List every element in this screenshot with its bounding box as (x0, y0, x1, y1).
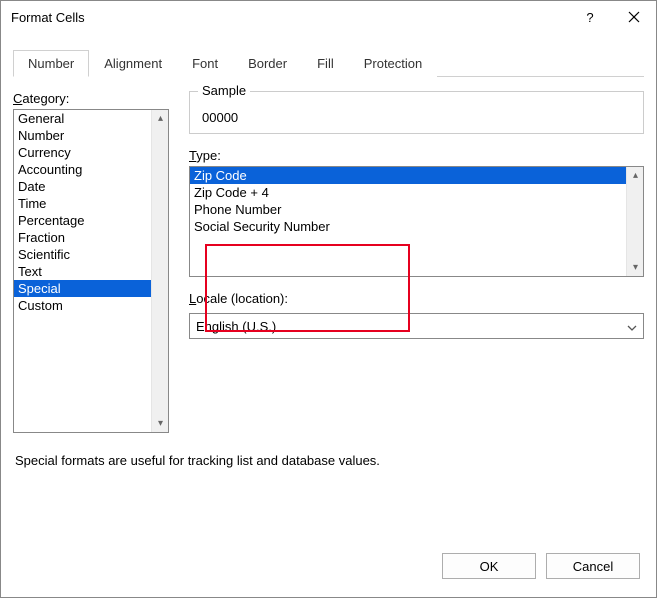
window-title: Format Cells (11, 10, 568, 25)
list-item[interactable]: Percentage (14, 212, 151, 229)
list-item[interactable]: Special (14, 280, 151, 297)
type-label: Type: (189, 148, 644, 163)
list-item[interactable]: Zip Code + 4 (190, 184, 626, 201)
sample-value: 00000 (202, 110, 633, 125)
scrollbar[interactable]: ▴ ▾ (151, 110, 168, 432)
tab-alignment[interactable]: Alignment (89, 50, 177, 77)
locale-label: Locale (location): (189, 291, 644, 306)
close-button[interactable] (612, 1, 656, 33)
list-item[interactable]: Date (14, 178, 151, 195)
tab-body: Category: General Number Currency Accoun… (13, 85, 644, 433)
button-bar: OK Cancel (1, 539, 656, 597)
tab-fill[interactable]: Fill (302, 50, 349, 77)
scroll-down-icon[interactable]: ▾ (627, 259, 644, 276)
sample-label: Sample (198, 83, 250, 98)
help-button[interactable]: ? (568, 1, 612, 33)
scroll-up-icon[interactable]: ▴ (627, 167, 644, 184)
locale-select[interactable]: English (U.S.) (189, 313, 644, 339)
list-item[interactable]: Phone Number (190, 201, 626, 218)
category-label: Category: (13, 91, 169, 106)
tab-strip: Number Alignment Font Border Fill Protec… (13, 49, 644, 77)
tab-border[interactable]: Border (233, 50, 302, 77)
format-cells-dialog: Format Cells ? Number Alignment Font Bor… (0, 0, 657, 598)
detail-column: Sample 00000 Type: Zip Code Zip Code + 4… (189, 91, 644, 433)
close-icon (628, 11, 640, 23)
category-listbox[interactable]: General Number Currency Accounting Date … (13, 109, 169, 433)
svg-text:?: ? (586, 10, 593, 24)
list-item[interactable]: Fraction (14, 229, 151, 246)
locale-value: English (U.S.) (196, 319, 627, 334)
chevron-down-icon (627, 319, 637, 334)
list-item[interactable]: Number (14, 127, 151, 144)
category-listbox-items: General Number Currency Accounting Date … (14, 110, 151, 432)
type-listbox-items: Zip Code Zip Code + 4 Phone Number Socia… (190, 167, 626, 276)
sample-group: Sample 00000 (189, 91, 644, 134)
scroll-up-icon[interactable]: ▴ (152, 110, 169, 127)
list-item[interactable]: Text (14, 263, 151, 280)
list-item[interactable]: Accounting (14, 161, 151, 178)
help-icon: ? (585, 10, 595, 24)
list-item[interactable]: Scientific (14, 246, 151, 263)
tab-number[interactable]: Number (13, 50, 89, 77)
tab-font[interactable]: Font (177, 50, 233, 77)
scrollbar[interactable]: ▴ ▾ (626, 167, 643, 276)
type-listbox[interactable]: Zip Code Zip Code + 4 Phone Number Socia… (189, 166, 644, 277)
tab-protection[interactable]: Protection (349, 50, 438, 77)
list-item[interactable]: Currency (14, 144, 151, 161)
category-column: Category: General Number Currency Accoun… (13, 91, 169, 433)
list-item[interactable]: General (14, 110, 151, 127)
ok-button[interactable]: OK (442, 553, 536, 579)
list-item[interactable]: Time (14, 195, 151, 212)
dialog-content: Number Alignment Font Border Fill Protec… (1, 33, 656, 539)
title-bar: Format Cells ? (1, 1, 656, 33)
list-item[interactable]: Social Security Number (190, 218, 626, 235)
list-item[interactable]: Custom (14, 297, 151, 314)
description-text: Special formats are useful for tracking … (13, 433, 644, 488)
cancel-button[interactable]: Cancel (546, 553, 640, 579)
scroll-down-icon[interactable]: ▾ (152, 415, 169, 432)
list-item[interactable]: Zip Code (190, 167, 626, 184)
